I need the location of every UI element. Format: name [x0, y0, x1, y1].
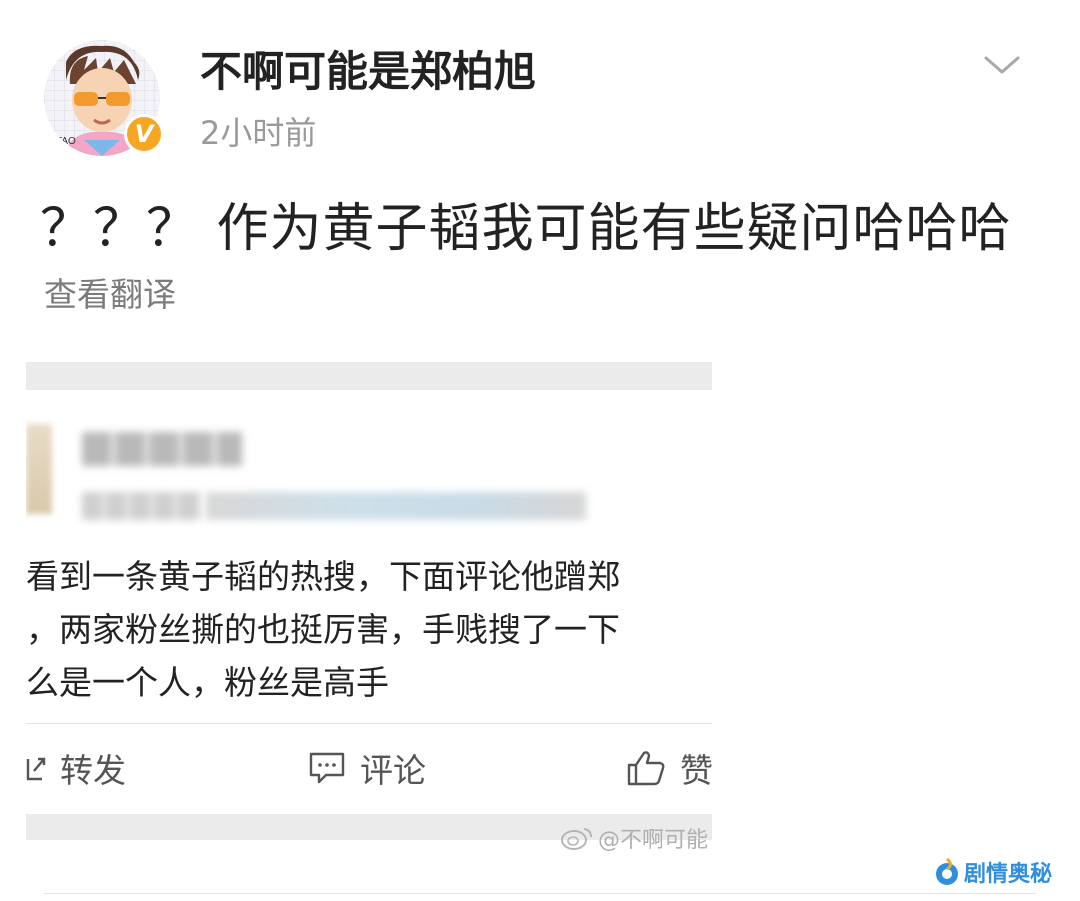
username[interactable]: 不啊可能是郑柏旭 — [200, 38, 536, 99]
weibo-watermark: @不啊可能 — [560, 822, 708, 854]
translate-link[interactable]: 查看翻译 — [44, 268, 176, 316]
brand-logo-icon — [936, 857, 958, 885]
verified-badge: V — [124, 114, 164, 154]
repost-label: 转发 — [60, 751, 126, 790]
thumbs-up-icon — [627, 751, 665, 786]
chevron-down-icon[interactable] — [982, 50, 1022, 80]
brand-watermark: 剧情奥秘 — [934, 856, 1052, 888]
like-action: 赞 — [626, 746, 712, 790]
screenshot-line: 么是一个人，粉丝是高手 — [26, 663, 389, 702]
repost-action: 转发 — [26, 746, 126, 790]
embedded-screenshot[interactable]: 看到一条黄子韬的热搜，下面评论他蹭郑 ，两家粉丝撕的也挺厉害，手贱搜了一下 么是… — [26, 362, 712, 854]
brand-label: 剧情奥秘 — [964, 862, 1053, 887]
svg-text:TAO: TAO — [56, 136, 76, 147]
screenshot-top-bar — [26, 362, 712, 390]
blurred-avatar — [26, 424, 52, 514]
comment-icon — [309, 752, 345, 784]
blurred-username — [82, 432, 242, 466]
comment-label: 评论 — [360, 751, 426, 790]
like-label: 赞 — [680, 751, 712, 790]
screenshot-divider — [26, 723, 712, 724]
post-text: ？？？ 作为黄子韬我可能有些疑问哈哈哈 — [40, 199, 1012, 259]
screenshot-line: 看到一条黄子韬的热搜，下面评论他蹭郑 — [26, 557, 620, 596]
comment-action: 评论 — [308, 746, 426, 790]
blurred-meta — [82, 492, 202, 520]
bottom-divider — [44, 893, 1036, 894]
weibo-logo-icon — [561, 828, 592, 850]
avatar[interactable]: TAO V — [44, 40, 164, 156]
blurred-meta-link — [206, 492, 586, 520]
repost-icon — [26, 757, 46, 781]
screenshot-body-text: 看到一条黄子韬的热搜，下面评论他蹭郑 ，两家粉丝撕的也挺厉害，手贱搜了一下 么是… — [26, 550, 712, 709]
screenshot-line: ，两家粉丝撕的也挺厉害，手贱搜了一下 — [26, 610, 620, 649]
watermark-text: @不啊可能 — [598, 828, 709, 853]
post-timestamp: 2小时前 — [200, 114, 317, 152]
